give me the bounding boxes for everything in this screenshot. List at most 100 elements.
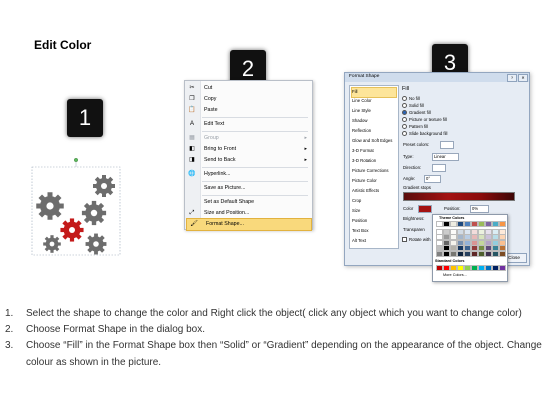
standard-color-swatch[interactable] xyxy=(478,265,485,271)
menu-label: Paste xyxy=(204,107,218,113)
standard-color-swatch[interactable] xyxy=(485,265,492,271)
menu-label: Edit Text xyxy=(204,121,225,127)
option-label: Gradient fill xyxy=(409,110,431,115)
theme-color-swatch[interactable] xyxy=(499,250,506,257)
type-dropdown[interactable]: Linear xyxy=(432,153,459,161)
standard-color-swatch[interactable] xyxy=(457,265,464,271)
type-label: Type: xyxy=(403,154,414,159)
preset-colors-dropdown[interactable] xyxy=(440,141,454,149)
theme-color-swatch[interactable] xyxy=(450,221,457,227)
fill-option-pattern[interactable]: Pattern fill xyxy=(402,124,429,130)
page-title: Edit Color xyxy=(34,38,92,52)
more-colors-link[interactable]: More Colors... xyxy=(443,273,467,277)
standard-color-swatch[interactable] xyxy=(464,265,471,271)
category-position[interactable]: Position xyxy=(352,217,396,226)
option-label: Picture or texture fill xyxy=(409,117,447,122)
fill-option-none[interactable]: No fill xyxy=(402,96,420,102)
category-crop[interactable]: Crop xyxy=(352,197,396,206)
theme-color-swatch[interactable] xyxy=(450,250,457,257)
direction-label: Direction: xyxy=(403,165,422,170)
angle-input[interactable]: 0° xyxy=(424,175,441,183)
theme-color-swatch[interactable] xyxy=(443,221,450,227)
gradient-stops-bar[interactable] xyxy=(403,192,515,201)
menu-item-bring-to-front[interactable]: ◧ Bring to Front ▸ xyxy=(185,144,312,155)
category-picture-color[interactable]: Picture Color xyxy=(352,177,396,186)
menu-label: Copy xyxy=(204,96,217,102)
menu-item-hyperlink[interactable]: 🌐 Hyperlink... xyxy=(185,169,312,180)
standard-color-swatch[interactable] xyxy=(492,265,499,271)
category-size[interactable]: Size xyxy=(352,207,396,216)
theme-color-swatch[interactable] xyxy=(443,250,450,257)
category-alt-text[interactable]: Alt Text xyxy=(352,237,396,246)
angle-label: Angle: xyxy=(403,176,416,181)
menu-label: Group xyxy=(204,135,219,141)
category-line-style[interactable]: Line Style xyxy=(352,107,396,116)
theme-color-swatch[interactable] xyxy=(457,250,464,257)
category-3d-rotation[interactable]: 3-D Rotation xyxy=(352,157,396,166)
fill-option-gradient[interactable]: Gradient fill xyxy=(402,110,431,116)
theme-color-swatch[interactable] xyxy=(499,221,506,227)
radio-icon xyxy=(402,117,407,123)
category-text-box[interactable]: Text Box xyxy=(352,227,396,236)
theme-color-swatch[interactable] xyxy=(457,221,464,227)
hyperlink-icon: 🌐 xyxy=(188,171,196,177)
category-3d-format[interactable]: 3-D Format xyxy=(352,147,396,156)
theme-color-swatch[interactable] xyxy=(485,221,492,227)
close-icon[interactable]: ✕ xyxy=(518,74,528,82)
theme-color-swatch[interactable] xyxy=(478,221,485,227)
theme-color-swatch[interactable] xyxy=(492,250,499,257)
standard-color-swatch[interactable] xyxy=(443,265,450,271)
color-picker-button[interactable] xyxy=(418,205,432,213)
format-shape-icon: 🖌 xyxy=(190,221,198,227)
fill-option-solid[interactable]: Solid fill xyxy=(402,103,424,109)
category-picture-corrections[interactable]: Picture Corrections xyxy=(352,167,396,176)
menu-label: Hyperlink... xyxy=(204,171,231,177)
fill-option-slide-background[interactable]: Slide background fill xyxy=(402,131,447,137)
position-input[interactable]: 0% xyxy=(470,205,489,213)
fill-heading: Fill xyxy=(402,86,410,92)
menu-item-set-default-shape[interactable]: Set as Default Shape xyxy=(185,197,312,208)
menu-label: Set as Default Shape xyxy=(204,199,255,205)
menu-item-save-as-picture[interactable]: Save as Picture... xyxy=(185,183,312,194)
theme-color-swatch[interactable] xyxy=(485,250,492,257)
option-label: Pattern fill xyxy=(409,124,429,129)
theme-color-swatch[interactable] xyxy=(478,250,485,257)
category-glow[interactable]: Glow and Soft Edges xyxy=(352,137,396,146)
gears-illustration[interactable] xyxy=(30,158,122,266)
menu-item-paste[interactable]: 📋 Paste xyxy=(185,105,312,116)
theme-color-swatch[interactable] xyxy=(436,221,443,227)
radio-icon xyxy=(402,96,407,102)
menu-item-send-to-back[interactable]: ◨ Send to Back ▸ xyxy=(185,155,312,166)
standard-color-swatch[interactable] xyxy=(450,265,457,271)
category-reflection[interactable]: Reflection xyxy=(352,127,396,136)
menu-item-copy[interactable]: ❐ Copy xyxy=(185,94,312,105)
direction-dropdown[interactable] xyxy=(432,164,446,172)
menu-item-edit-text[interactable]: A Edit Text xyxy=(185,119,312,130)
theme-color-swatch[interactable] xyxy=(436,250,443,257)
bring-front-icon: ◧ xyxy=(189,146,195,152)
menu-separator xyxy=(202,181,308,182)
theme-color-swatch[interactable] xyxy=(471,221,478,227)
menu-item-format-shape[interactable]: 🖌 Format Shape... xyxy=(186,218,312,231)
menu-item-cut[interactable]: ✂ Cut xyxy=(185,83,312,94)
color-label: Color xyxy=(403,206,414,211)
help-icon[interactable]: ? xyxy=(507,74,517,82)
menu-label: Send to Back xyxy=(204,157,236,163)
paste-icon: 📋 xyxy=(188,107,196,113)
standard-color-swatch[interactable] xyxy=(436,265,443,271)
transparency-label: Transparen xyxy=(403,227,425,232)
theme-color-swatch[interactable] xyxy=(471,250,478,257)
fill-option-picture[interactable]: Picture or texture fill xyxy=(402,117,447,123)
theme-color-swatch[interactable] xyxy=(464,250,471,257)
instruction-item: 2. Choose Format Shape in the dialog box… xyxy=(0,322,560,338)
option-label: Solid fill xyxy=(409,103,424,108)
theme-color-swatch[interactable] xyxy=(464,221,471,227)
category-artistic-effects[interactable]: Artistic Effects xyxy=(352,187,396,196)
theme-color-swatch[interactable] xyxy=(492,221,499,227)
submenu-arrow-icon: ▸ xyxy=(304,146,307,152)
standard-color-swatch[interactable] xyxy=(471,265,478,271)
category-line-color[interactable]: Line Color xyxy=(352,97,396,106)
category-shadow[interactable]: Shadow xyxy=(352,117,396,126)
radio-icon xyxy=(402,103,407,109)
standard-color-swatch[interactable] xyxy=(499,265,506,271)
